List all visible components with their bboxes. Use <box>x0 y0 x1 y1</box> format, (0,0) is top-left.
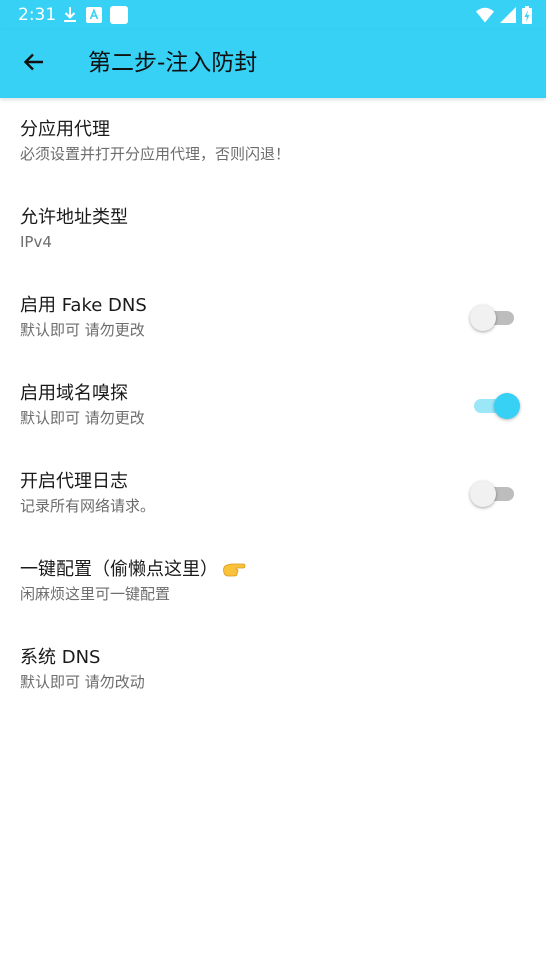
setting-system-dns[interactable]: 系统 DNS 默认即可 请勿改动 <box>0 626 546 714</box>
setting-domain-sniffing[interactable]: 启用域名嗅探 默认即可 请勿更改 <box>0 362 546 450</box>
status-icons-right <box>476 6 532 28</box>
toggle-knob <box>470 305 496 331</box>
fake-dns-toggle[interactable] <box>470 305 514 331</box>
setting-title: 一键配置（偷懒点这里） <box>20 558 246 582</box>
status-bar: 2:31 <box>0 0 546 30</box>
setting-one-click-config[interactable]: 一键配置（偷懒点这里） 闲麻烦这里可一键配置 <box>0 538 546 626</box>
toggle-knob <box>494 393 520 419</box>
back-button[interactable] <box>14 44 54 84</box>
setting-address-type[interactable]: 允许地址类型 IPv4 <box>0 186 546 274</box>
proxy-log-toggle[interactable] <box>470 481 514 507</box>
status-time: 2:31 <box>18 5 57 25</box>
setting-proxy-log[interactable]: 开启代理日志 记录所有网络请求。 <box>0 450 546 538</box>
domain-sniffing-toggle[interactable] <box>474 393 520 419</box>
settings-list: 分应用代理 必须设置并打开分应用代理，否则闪退！ 允许地址类型 IPv4 启用 … <box>0 98 546 714</box>
setting-title: 系统 DNS <box>20 647 101 668</box>
setting-title: 分应用代理 <box>20 119 110 140</box>
setting-title-text: 一键配置（偷懒点这里） <box>20 559 218 580</box>
text-app-icon <box>86 7 102 27</box>
battery-charging-icon <box>522 6 532 28</box>
page-title: 第二步-注入防封 <box>88 50 258 76</box>
setting-subtitle: 闲麻烦这里可一键配置 <box>20 585 171 603</box>
arrow-back-icon <box>22 50 46 78</box>
toggle-knob <box>470 481 496 507</box>
app-square-icon <box>110 6 128 28</box>
wifi-icon <box>476 7 494 27</box>
setting-fake-dns[interactable]: 启用 Fake DNS 默认即可 请勿更改 <box>0 274 546 362</box>
setting-title: 启用域名嗅探 <box>20 383 128 404</box>
setting-subtitle: 记录所有网络请求。 <box>20 497 156 515</box>
download-icon <box>62 6 78 28</box>
setting-subtitle: 默认即可 请勿改动 <box>20 673 145 691</box>
pointing-hand-icon <box>222 560 246 577</box>
setting-subtitle: 必须设置并打开分应用代理，否则闪退！ <box>20 145 291 163</box>
setting-per-app-proxy[interactable]: 分应用代理 必须设置并打开分应用代理，否则闪退！ <box>0 98 546 186</box>
setting-subtitle: 默认即可 请勿更改 <box>20 321 145 339</box>
app-bar: 第二步-注入防封 <box>0 30 546 98</box>
setting-title: 允许地址类型 <box>20 207 128 228</box>
setting-title: 启用 Fake DNS <box>20 295 147 316</box>
status-icons-left <box>62 6 128 28</box>
setting-title: 开启代理日志 <box>20 471 128 492</box>
setting-subtitle: 默认即可 请勿更改 <box>20 409 145 427</box>
signal-icon <box>500 7 516 27</box>
setting-subtitle: IPv4 <box>20 233 52 251</box>
